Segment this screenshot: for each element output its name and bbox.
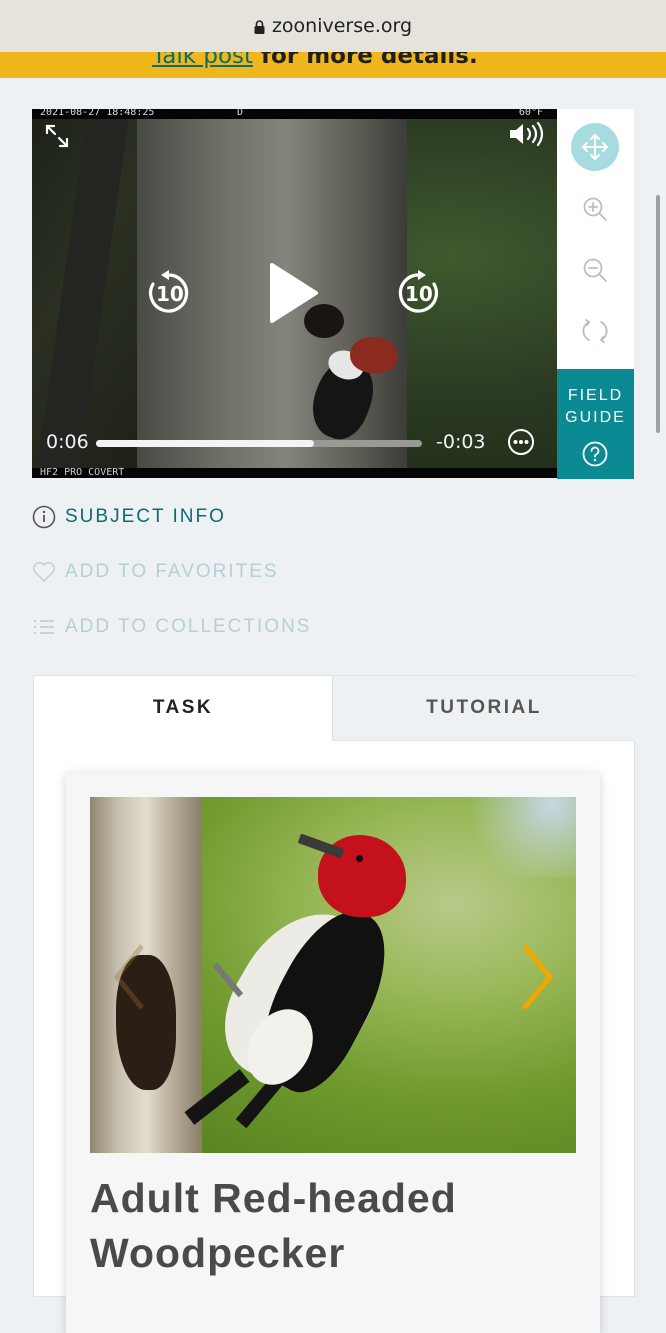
play-icon	[270, 263, 318, 323]
field-guide-label: FIELD GUIDE	[557, 385, 634, 429]
subject-video-viewer[interactable]: 2021-08-27 18:48:25 D 60°F 10 10 0:06 -0…	[32, 109, 557, 478]
camera-model-bar: HF2 PRO COVERT	[32, 468, 557, 478]
photo-bird-eye	[356, 855, 363, 862]
field-guide-button[interactable]: FIELD GUIDE	[557, 369, 634, 479]
camera-temperature: 60°F	[518, 109, 543, 118]
species-title: Adult Red-headed Woodpecker	[90, 1171, 590, 1281]
camera-model: HF2 PRO COVERT	[40, 467, 125, 478]
list-icon	[32, 615, 56, 639]
progress-fill	[96, 440, 315, 447]
task-panel: TASK TUTORIAL Adult Red-headed Woodpecke…	[33, 675, 635, 1333]
help-icon	[582, 441, 608, 467]
url-domain: zooniverse.org	[271, 15, 413, 37]
video-bird-head	[350, 337, 398, 373]
woodpecker-photo	[90, 797, 576, 1153]
camera-flag: D	[237, 109, 244, 118]
tab-tutorial[interactable]: TUTORIAL	[332, 676, 635, 741]
current-time: 0:06	[46, 431, 89, 453]
photo-bird-beak	[297, 833, 345, 859]
tab-task[interactable]: TASK	[34, 676, 332, 740]
forward-seconds: 10	[405, 282, 433, 306]
species-title-line2: Woodpecker	[90, 1230, 346, 1276]
move-tool-button[interactable]	[571, 123, 619, 171]
heart-icon	[32, 560, 56, 584]
add-to-collections-link[interactable]: ADD TO COLLECTIONS	[32, 615, 311, 639]
banner-text: Talk post for more details.	[152, 52, 478, 69]
camera-info-bar: 2021-08-27 18:48:25 D 60°F	[32, 109, 557, 119]
move-icon	[582, 134, 608, 160]
rewind-10-button[interactable]: 10	[144, 268, 194, 318]
add-to-collections-label: ADD TO COLLECTIONS	[65, 616, 312, 637]
rewind-seconds: 10	[156, 282, 184, 306]
field-guide-line2: GUIDE	[565, 409, 626, 426]
announcement-banner: Talk post for more details.	[0, 52, 666, 78]
rotate-icon	[582, 319, 608, 343]
banner-rest-text: for more details.	[253, 52, 478, 69]
progress-track[interactable]	[96, 440, 422, 447]
add-to-favorites-label: ADD TO FAVORITES	[65, 561, 279, 582]
subject-info-label: SUBJECT INFO	[65, 506, 226, 527]
carousel-prev-button[interactable]	[106, 937, 152, 1017]
add-to-favorites-link[interactable]: ADD TO FAVORITES	[32, 560, 279, 584]
remaining-time: -0:03	[436, 431, 486, 453]
species-title-line1: Adult Red-headed	[90, 1175, 457, 1221]
forward-10-button[interactable]: 10	[393, 268, 443, 318]
more-icon	[508, 429, 534, 455]
play-button[interactable]	[260, 259, 324, 327]
chevron-left-icon	[113, 944, 144, 1010]
volume-icon	[510, 121, 544, 147]
field-guide-card: Adult Red-headed Woodpecker	[66, 773, 600, 1333]
carousel-next-button[interactable]	[514, 937, 560, 1017]
zoom-out-icon	[583, 258, 607, 282]
page-scrollbar[interactable]	[656, 195, 660, 433]
volume-button[interactable]	[506, 119, 546, 149]
subject-info-link[interactable]: SUBJECT INFO	[32, 505, 226, 529]
zoom-in-button[interactable]	[571, 185, 619, 233]
lock-icon	[254, 20, 265, 34]
camera-timestamp: 2021-08-27 18:48:25	[40, 109, 155, 118]
browser-url-bar[interactable]: zooniverse.org	[0, 0, 666, 52]
info-icon	[32, 505, 56, 529]
photo-sky	[456, 797, 576, 877]
expand-icon	[45, 124, 69, 148]
talk-post-link[interactable]: Talk post	[152, 52, 253, 69]
reset-view-button[interactable]	[571, 307, 619, 355]
zoom-in-icon	[583, 197, 607, 221]
chevron-right-icon	[522, 944, 554, 1010]
fullscreen-button[interactable]	[42, 121, 72, 151]
field-guide-line1: FIELD	[567, 387, 624, 404]
more-options-button[interactable]	[506, 427, 536, 457]
zoom-out-button[interactable]	[571, 246, 619, 294]
image-toolbar	[557, 109, 634, 369]
